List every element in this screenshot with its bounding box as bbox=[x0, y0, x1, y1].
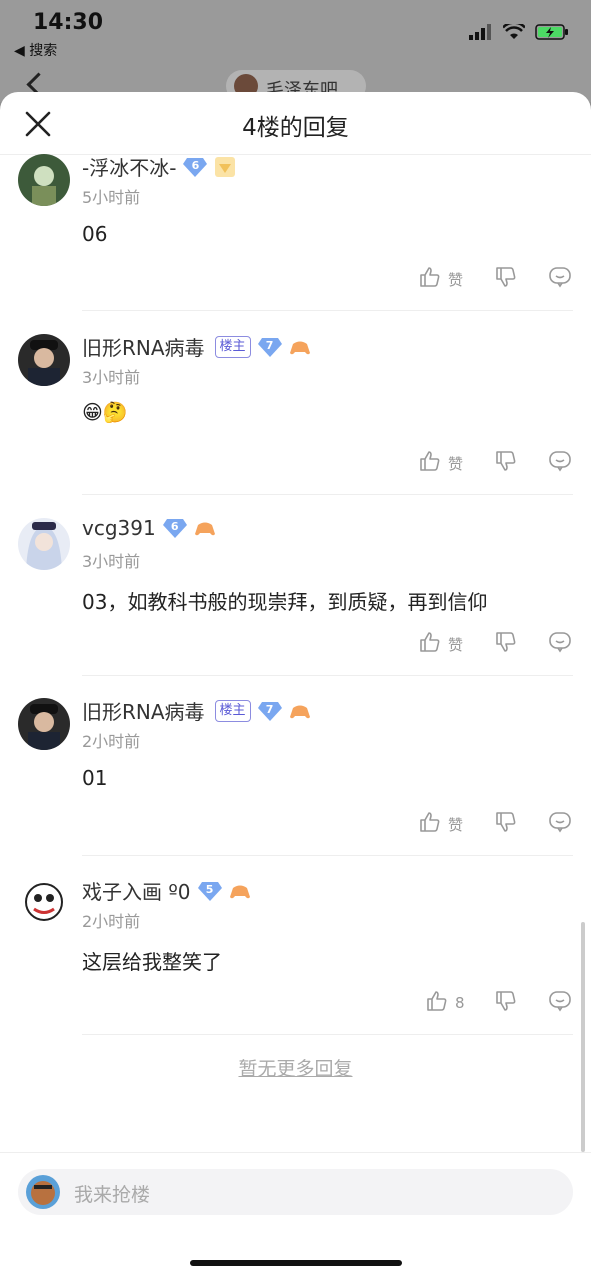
thumbs-down-icon bbox=[494, 449, 518, 477]
dislike-button[interactable] bbox=[494, 810, 518, 838]
avatar[interactable] bbox=[18, 878, 70, 930]
reply-content: 03，如教科书般的现崇拜，到质疑，再到信仰 bbox=[82, 590, 488, 614]
sheet-title: 4楼的回复 bbox=[242, 115, 349, 141]
level-number: 7 bbox=[265, 338, 274, 352]
comment-icon bbox=[548, 449, 572, 477]
like-label: 赞 bbox=[448, 635, 464, 654]
username[interactable]: vcg391 bbox=[82, 516, 156, 540]
dislike-button[interactable] bbox=[494, 265, 518, 293]
avatar[interactable] bbox=[18, 154, 70, 206]
divider bbox=[82, 494, 573, 495]
reply-content: 06 bbox=[82, 222, 108, 246]
wifi-icon bbox=[503, 24, 525, 39]
gamepad-icon bbox=[289, 341, 310, 354]
avatar[interactable] bbox=[18, 334, 70, 386]
reply-content: 😁🤔 bbox=[82, 400, 128, 424]
level-badge-icon: 7 bbox=[257, 336, 283, 358]
level-badge-icon: 7 bbox=[257, 700, 283, 722]
divider bbox=[82, 1034, 573, 1035]
reply-time: 3小时前 bbox=[82, 552, 141, 571]
reply-content: 这层给我整笑了 bbox=[82, 950, 222, 974]
thumbs-down-icon bbox=[494, 989, 518, 1017]
reply-time: 2小时前 bbox=[82, 732, 141, 751]
comment-button[interactable] bbox=[548, 449, 572, 477]
comment-icon bbox=[548, 630, 572, 658]
comment-icon bbox=[548, 989, 572, 1017]
comment-icon bbox=[548, 810, 572, 838]
like-label: 赞 bbox=[448, 270, 464, 289]
avatar[interactable] bbox=[18, 698, 70, 750]
reply-input-placeholder: 我来抢楼 bbox=[74, 1184, 151, 1206]
thumbs-up-icon bbox=[418, 449, 442, 477]
comment-button[interactable] bbox=[548, 810, 572, 838]
reply-time: 5小时前 bbox=[82, 188, 141, 207]
like-label: 赞 bbox=[448, 454, 464, 473]
username[interactable]: 戏子入画 º0 bbox=[82, 876, 191, 905]
like-button[interactable]: 赞 bbox=[418, 810, 463, 838]
gamepad-icon bbox=[194, 522, 215, 536]
level-number: 6 bbox=[170, 520, 179, 533]
thumbs-up-icon bbox=[425, 989, 449, 1017]
thumbs-up-icon bbox=[418, 810, 442, 838]
dislike-button[interactable] bbox=[494, 449, 518, 477]
medal-icon bbox=[215, 156, 236, 177]
like-button[interactable]: 赞 bbox=[418, 630, 463, 658]
gamepad-icon bbox=[289, 705, 310, 718]
comment-button[interactable] bbox=[548, 630, 572, 658]
divider bbox=[82, 675, 573, 676]
gamepad-icon bbox=[229, 885, 250, 898]
level-number: 6 bbox=[191, 158, 200, 172]
thumbs-down-icon bbox=[494, 630, 518, 658]
dislike-button[interactable] bbox=[494, 630, 518, 658]
like-button[interactable]: 8 bbox=[425, 989, 465, 1017]
level-number: 7 bbox=[265, 702, 274, 716]
like-button[interactable]: 赞 bbox=[418, 265, 463, 293]
thumbs-up-icon bbox=[418, 265, 442, 293]
owner-tag: 楼主 bbox=[214, 699, 251, 722]
username[interactable]: -浮冰不冰- bbox=[82, 152, 176, 181]
reply-content: 01 bbox=[82, 766, 108, 790]
status-time: 14:30 bbox=[33, 10, 104, 35]
thumbs-down-icon bbox=[494, 265, 518, 293]
like-button[interactable]: 赞 bbox=[418, 449, 463, 477]
comment-button[interactable] bbox=[548, 989, 572, 1017]
no-more-replies: 暂无更多回复 bbox=[238, 1058, 353, 1080]
level-number: 5 bbox=[205, 882, 214, 896]
like-label: 8 bbox=[455, 994, 465, 1012]
back-to-app-link[interactable]: ◀ 搜索 bbox=[14, 40, 57, 60]
comment-icon bbox=[548, 265, 572, 293]
level-badge-icon: 5 bbox=[197, 880, 223, 902]
username[interactable]: 旧形RNA病毒 bbox=[82, 332, 205, 361]
username[interactable]: 旧形RNA病毒 bbox=[82, 696, 205, 725]
divider bbox=[82, 855, 573, 856]
comment-button[interactable] bbox=[548, 265, 572, 293]
dislike-button[interactable] bbox=[494, 989, 518, 1017]
thumbs-down-icon bbox=[494, 810, 518, 838]
battery-icon bbox=[535, 24, 568, 40]
home-indicator bbox=[190, 1260, 402, 1266]
scrollbar[interactable] bbox=[581, 922, 585, 1152]
signal-icon bbox=[469, 24, 491, 40]
level-badge-icon: 6 bbox=[182, 156, 208, 178]
reply-time: 3小时前 bbox=[82, 368, 141, 387]
reply-sheet: 4楼的回复 -浮冰不冰- 6 5小时前 06 旧形RNA病毒 楼主 7 3小时前… bbox=[0, 92, 591, 1280]
reply-time: 2小时前 bbox=[82, 912, 141, 931]
owner-tag: 楼主 bbox=[214, 335, 251, 358]
status-bar: 14:30 ◀ 搜索 bbox=[0, 0, 591, 62]
avatar[interactable] bbox=[18, 518, 70, 570]
sheet-header: 4楼的回复 bbox=[0, 92, 591, 155]
thumbs-up-icon bbox=[418, 630, 442, 658]
my-avatar bbox=[26, 1175, 60, 1209]
like-label: 赞 bbox=[448, 815, 464, 834]
reply-input[interactable]: 我来抢楼 bbox=[18, 1169, 573, 1215]
level-badge-icon: 6 bbox=[162, 517, 188, 539]
divider bbox=[82, 310, 573, 311]
